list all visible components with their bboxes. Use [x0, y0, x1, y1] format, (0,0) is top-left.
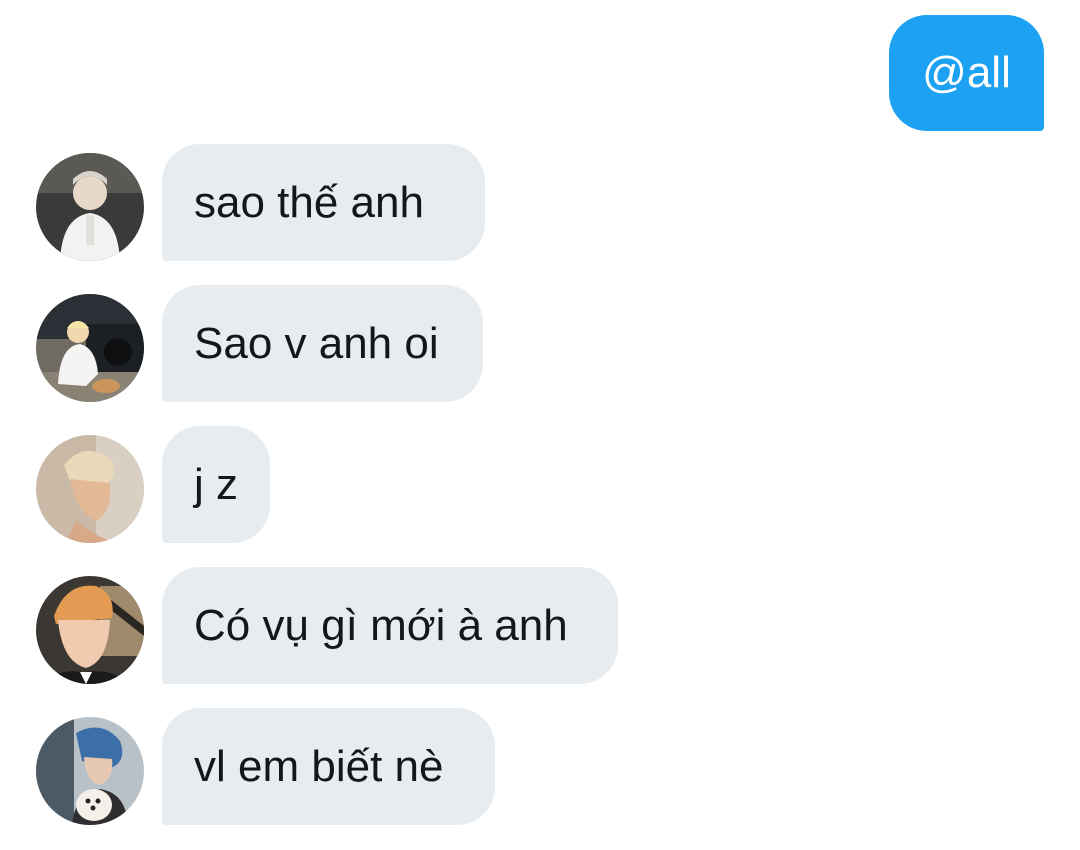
incoming-message-bubble[interactable]: Có vụ gì mới à anh — [162, 567, 618, 684]
avatar[interactable] — [36, 576, 144, 684]
incoming-message-text: sao thế anh — [194, 177, 424, 227]
incoming-message-row: Có vụ gì mới à anh — [0, 567, 1080, 685]
user-photo-icon — [36, 294, 144, 402]
user-photo-icon — [36, 717, 144, 825]
incoming-message-bubble[interactable]: vl em biết nè — [162, 708, 495, 825]
user-photo-icon — [36, 435, 144, 543]
incoming-message-row: Sao v anh oi — [0, 285, 1080, 403]
chat-thread: @all sao thế anh Sao v anh oi j z Có vụ … — [0, 0, 1080, 850]
incoming-message-bubble[interactable]: sao thế anh — [162, 144, 485, 261]
avatar[interactable] — [36, 153, 144, 261]
incoming-message-bubble[interactable]: Sao v anh oi — [162, 285, 483, 402]
incoming-message-text: Sao v anh oi — [194, 318, 439, 368]
incoming-message-row: vl em biết nè — [0, 708, 1080, 826]
incoming-message-row: sao thế anh — [0, 144, 1080, 262]
outgoing-message-bubble[interactable]: @all — [889, 15, 1044, 131]
incoming-message-text: Có vụ gì mới à anh — [194, 600, 568, 650]
incoming-message-text: vl em biết nè — [194, 741, 444, 791]
user-photo-icon — [36, 153, 144, 261]
incoming-message-row: j z — [0, 426, 1080, 544]
avatar[interactable] — [36, 294, 144, 402]
avatar[interactable] — [36, 435, 144, 543]
incoming-message-bubble[interactable]: j z — [162, 426, 270, 543]
avatar[interactable] — [36, 717, 144, 825]
incoming-message-text: j z — [194, 459, 238, 509]
outgoing-message-text: @all — [922, 48, 1011, 97]
user-photo-icon — [36, 576, 144, 684]
